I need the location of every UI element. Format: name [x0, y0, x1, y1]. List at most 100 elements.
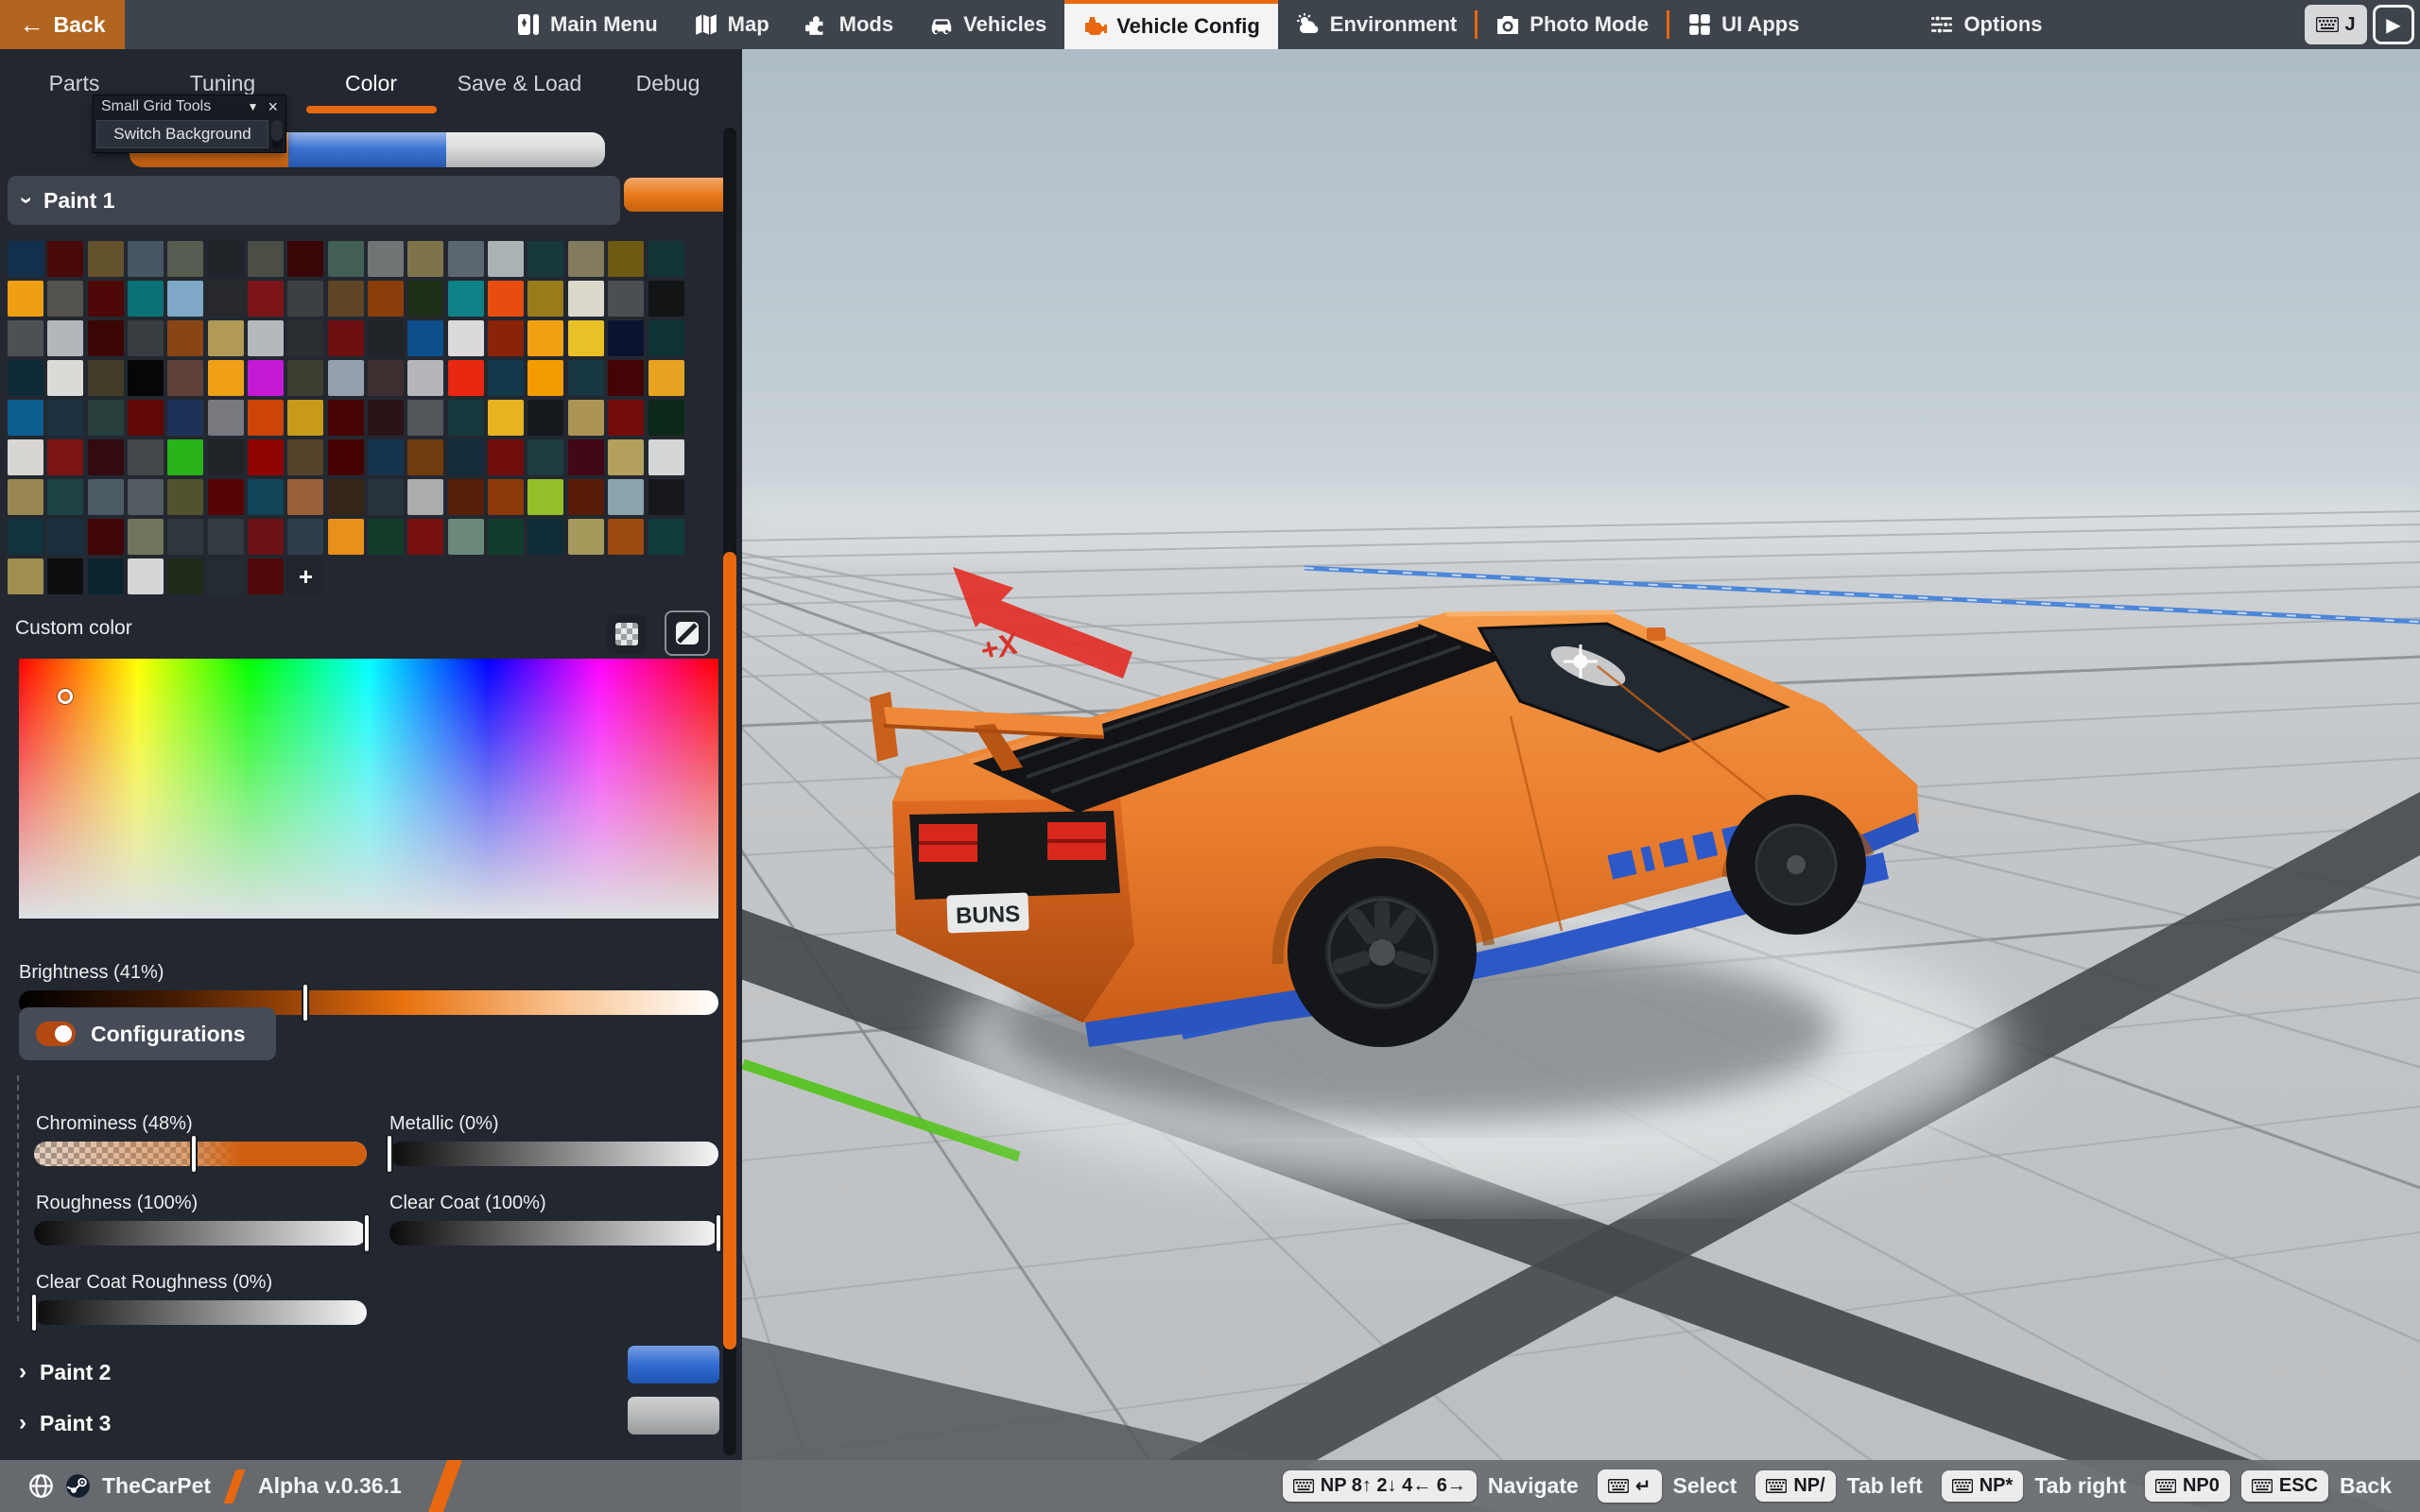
paint-swatch[interactable] — [287, 241, 323, 277]
paint-swatch[interactable] — [328, 519, 364, 555]
paint-swatch[interactable] — [328, 479, 364, 515]
paint-swatch[interactable] — [608, 439, 644, 475]
paint-swatch[interactable] — [407, 281, 443, 317]
paint-swatch[interactable] — [128, 558, 164, 594]
menu-item-mods[interactable]: Mods — [787, 0, 911, 49]
metallic-slider[interactable] — [389, 1142, 718, 1166]
collapse-icon[interactable]: ▼ — [248, 100, 259, 113]
close-icon[interactable]: × — [268, 97, 278, 117]
menu-item-vehicles[interactable]: Vehicles — [911, 0, 1064, 49]
paint-swatch[interactable] — [527, 400, 563, 436]
back-button[interactable]: ← Back — [0, 0, 125, 49]
paint-swatch[interactable] — [648, 241, 684, 277]
paint-swatch[interactable] — [648, 479, 684, 515]
paint-swatch[interactable] — [47, 281, 83, 317]
paint-swatch[interactable] — [608, 360, 644, 396]
chrominess-slider[interactable] — [34, 1142, 367, 1166]
paint-swatch[interactable] — [248, 400, 284, 436]
paint-swatch[interactable] — [8, 439, 43, 475]
paint-swatch[interactable] — [128, 400, 164, 436]
paint-swatch[interactable] — [167, 241, 203, 277]
paint-swatch[interactable] — [128, 281, 164, 317]
paint-swatch[interactable] — [8, 400, 43, 436]
paint-swatch[interactable] — [328, 439, 364, 475]
paint-swatch[interactable] — [248, 558, 284, 594]
paint-swatch[interactable] — [88, 479, 124, 515]
color-picker-cursor[interactable] — [58, 689, 73, 704]
paint-swatch[interactable] — [608, 519, 644, 555]
paint-swatch[interactable] — [208, 519, 244, 555]
paint-swatch[interactable] — [648, 519, 684, 555]
paint-swatch[interactable] — [328, 241, 364, 277]
paint-swatch[interactable] — [47, 479, 83, 515]
paint-swatch[interactable] — [527, 360, 563, 396]
paint-swatch[interactable] — [568, 479, 604, 515]
paint-swatch[interactable] — [407, 360, 443, 396]
paint-swatch[interactable] — [128, 479, 164, 515]
paint-swatch[interactable] — [248, 241, 284, 277]
paint-swatch[interactable] — [407, 241, 443, 277]
paint-swatch[interactable] — [8, 558, 43, 594]
paint-swatch[interactable] — [448, 281, 484, 317]
paint-swatch[interactable] — [608, 479, 644, 515]
configurations-toggle[interactable]: Configurations — [19, 1007, 276, 1060]
paint-swatch[interactable] — [47, 400, 83, 436]
paint-swatch[interactable] — [448, 320, 484, 356]
paint-swatch[interactable] — [47, 360, 83, 396]
paint-swatch[interactable] — [128, 519, 164, 555]
paint-swatch[interactable] — [448, 400, 484, 436]
paint-swatch[interactable] — [608, 320, 644, 356]
paint-swatch[interactable] — [568, 320, 604, 356]
menu-item-ui-apps[interactable]: UI Apps — [1669, 0, 1817, 49]
paint-swatch[interactable] — [88, 320, 124, 356]
paint-swatch[interactable] — [208, 281, 244, 317]
paint-swatch[interactable] — [167, 519, 203, 555]
paint-swatch[interactable] — [368, 519, 404, 555]
paint2-header[interactable]: ›Paint 2 — [19, 1359, 111, 1385]
tab-color[interactable]: Color — [297, 49, 445, 117]
clear-coat-roughness-slider[interactable] — [34, 1300, 367, 1325]
paint-swatch[interactable] — [568, 439, 604, 475]
slider-handle[interactable] — [30, 1293, 38, 1332]
paint-swatch[interactable] — [368, 281, 404, 317]
menu-item-environment[interactable]: Environment — [1278, 0, 1475, 49]
paint-swatch[interactable] — [208, 400, 244, 436]
paint-swatch[interactable] — [527, 320, 563, 356]
paint-swatch[interactable] — [88, 360, 124, 396]
paint-swatch[interactable] — [128, 241, 164, 277]
paint-swatch[interactable] — [368, 439, 404, 475]
paint-swatch[interactable] — [328, 320, 364, 356]
paint-swatch[interactable] — [88, 400, 124, 436]
hsv-color-picker[interactable] — [19, 659, 718, 919]
paint-swatch[interactable] — [368, 400, 404, 436]
paint-swatch[interactable] — [208, 439, 244, 475]
paint-swatch[interactable] — [167, 558, 203, 594]
slider-handle[interactable] — [715, 1213, 722, 1253]
panel-scrollbar[interactable] — [723, 128, 736, 1455]
paint-swatch[interactable] — [88, 558, 124, 594]
paint-swatch[interactable] — [648, 320, 684, 356]
menu-item-options[interactable]: Options — [1911, 0, 2060, 49]
paint-swatch[interactable] — [167, 479, 203, 515]
paint-swatch[interactable] — [407, 479, 443, 515]
add-swatch-button[interactable]: + — [287, 558, 323, 594]
paint-swatch[interactable] — [648, 439, 684, 475]
paint-swatch[interactable] — [248, 439, 284, 475]
paint-swatch[interactable] — [568, 400, 604, 436]
paint2-current-swatch[interactable] — [628, 1346, 719, 1383]
paint-swatch[interactable] — [407, 519, 443, 555]
paint-swatch[interactable] — [568, 360, 604, 396]
brand-name[interactable]: TheCarPet — [102, 1473, 211, 1499]
paint-swatch[interactable] — [328, 360, 364, 396]
paint-swatch[interactable] — [287, 479, 323, 515]
texture-button[interactable] — [607, 614, 647, 654]
paint-swatch[interactable] — [128, 439, 164, 475]
brightness-handle[interactable] — [302, 983, 309, 1022]
paint-swatch[interactable] — [368, 241, 404, 277]
paint-swatch[interactable] — [8, 320, 43, 356]
paint-swatch[interactable] — [527, 439, 563, 475]
paint-swatch[interactable] — [287, 439, 323, 475]
menu-item-vehicle-config[interactable]: Vehicle Config — [1064, 0, 1278, 49]
paint-swatch[interactable] — [448, 479, 484, 515]
window-scrollbar[interactable] — [271, 120, 283, 148]
